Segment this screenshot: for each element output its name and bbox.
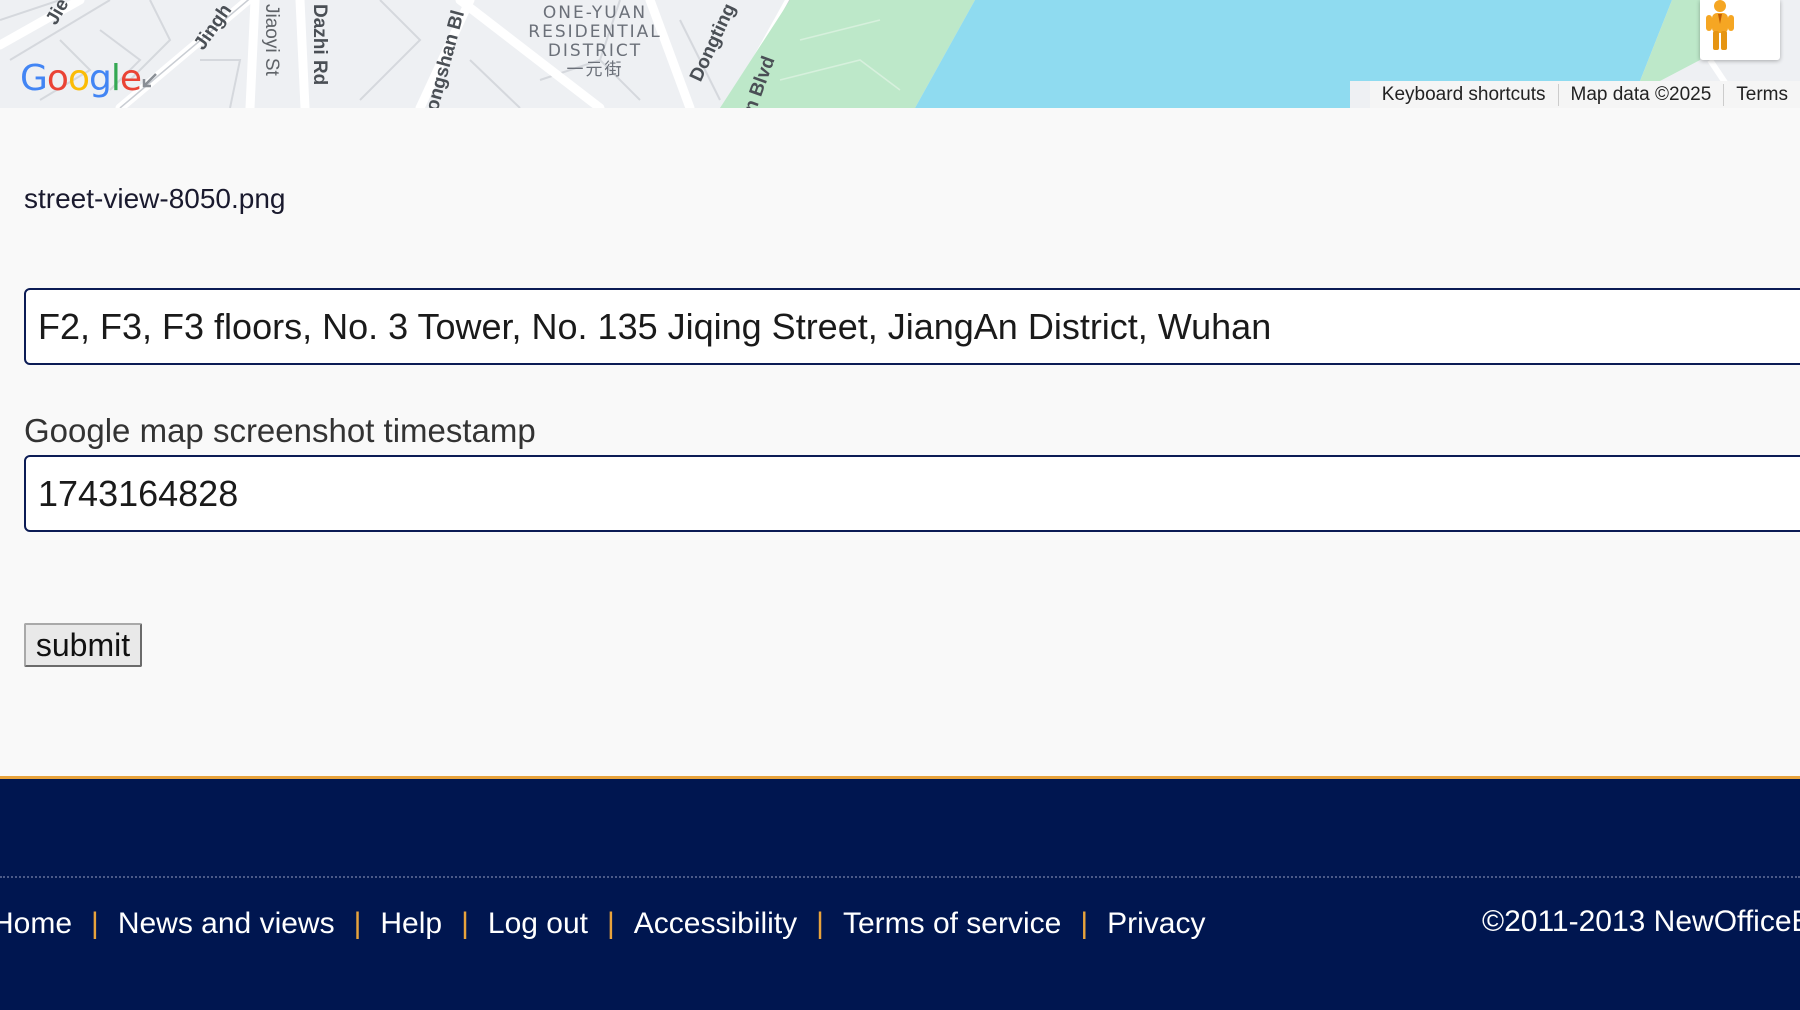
district-name-cn: 一元街: [566, 60, 624, 80]
arrow-icon: [142, 73, 157, 88]
district-name-line: RESIDENTIAL: [528, 22, 662, 42]
footer-link-logout[interactable]: Log out: [488, 907, 588, 941]
pegman-button[interactable]: [1700, 0, 1780, 60]
district-name-line: DISTRICT: [547, 41, 643, 61]
road-label: Jiaoyi St: [261, 4, 282, 76]
footer-divider: [0, 876, 1800, 878]
footer-link-accessibility[interactable]: Accessibility: [634, 907, 797, 941]
footer-link-privacy[interactable]: Privacy: [1107, 907, 1205, 941]
keyboard-shortcuts-link[interactable]: Keyboard shortcuts: [1370, 84, 1558, 106]
footer-link-news[interactable]: News and views: [118, 907, 335, 941]
road-label: Dazhi Rd: [309, 4, 330, 86]
address-input[interactable]: [24, 288, 1800, 365]
footer-link-home[interactable]: Home: [0, 907, 72, 941]
footer-separator: |: [816, 907, 824, 940]
footer-separator: |: [91, 907, 99, 940]
logo-letter: o: [67, 58, 90, 99]
footer: Home | News and views | Help | Log out |…: [0, 776, 1800, 1010]
logo-letter: l: [110, 58, 121, 99]
copyright-text: ©2011-2013 NewOfficeEurope: [1482, 905, 1800, 938]
filename-label: street-view-8050.png: [24, 183, 286, 214]
footer-link-terms[interactable]: Terms of service: [843, 907, 1061, 941]
google-logo[interactable]: Google: [20, 58, 142, 99]
footer-separator: |: [353, 907, 362, 940]
footer-separator: |: [461, 907, 469, 940]
district-label: ONE-YUAN RESIDENTIAL DISTRICT 一元街: [520, 4, 670, 80]
district-name-line: ONE-YUAN: [542, 3, 648, 23]
footer-link-help[interactable]: Help: [380, 907, 442, 941]
logo-letter: g: [88, 58, 112, 99]
timestamp-input[interactable]: [24, 455, 1800, 532]
timestamp-label: Google map screenshot timestamp: [24, 412, 536, 449]
map-data-label: Map data ©2025: [1557, 83, 1724, 106]
submit-button[interactable]: submit: [24, 623, 142, 667]
logo-letter: G: [20, 58, 48, 99]
footer-nav: Home | News and views | Help | Log out |…: [0, 907, 1206, 941]
footer-separator: |: [606, 907, 615, 940]
map-view[interactable]: Jie Jingh Jiaoyi St Dazhi Rd ongshan Bl …: [0, 0, 1800, 108]
terms-link[interactable]: Terms: [1723, 83, 1800, 106]
map-attribution-bar: Keyboard shortcuts Map data ©2025 Terms: [1369, 81, 1800, 108]
pegman-icon: [1706, 0, 1734, 50]
logo-letter: e: [119, 58, 142, 99]
logo-letter: o: [46, 58, 69, 99]
footer-separator: |: [1080, 907, 1089, 940]
